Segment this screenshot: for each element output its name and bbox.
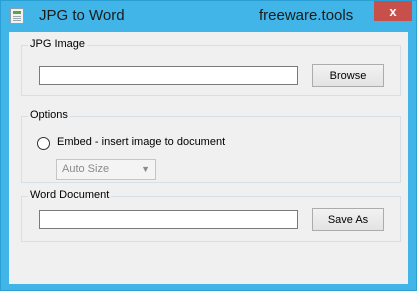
embed-radio[interactable]	[37, 137, 50, 150]
client-area: JPG Image Browse Options Embed - insert …	[9, 32, 408, 284]
chevron-down-icon: ▼	[141, 164, 150, 174]
word-document-legend: Word Document	[28, 189, 112, 201]
embed-label[interactable]: Embed - insert image to document	[57, 136, 225, 148]
window-title: JPG to Word	[39, 7, 125, 24]
jpg-path-input[interactable]	[39, 66, 298, 85]
jpg-image-legend: JPG Image	[28, 38, 88, 50]
document-icon	[10, 8, 24, 24]
word-path-input[interactable]	[39, 210, 298, 229]
options-group: Options Embed - insert image to document…	[21, 109, 401, 183]
close-button[interactable]: x	[374, 1, 412, 21]
title-bar[interactable]: JPG to Word freeware.tools x	[1, 1, 416, 32]
jpg-image-group: JPG Image Browse	[21, 38, 401, 96]
close-icon: x	[389, 3, 397, 19]
options-legend: Options	[28, 109, 70, 121]
word-document-group: Word Document Save As	[21, 189, 401, 242]
save-as-button[interactable]: Save As	[312, 208, 384, 231]
app-window: JPG to Word freeware.tools x JPG Image B…	[0, 0, 417, 291]
size-select-value: Auto Size	[62, 163, 110, 175]
browse-button[interactable]: Browse	[312, 64, 384, 87]
brand-label: freeware.tools	[259, 7, 354, 24]
size-select: Auto Size ▼	[56, 159, 156, 180]
